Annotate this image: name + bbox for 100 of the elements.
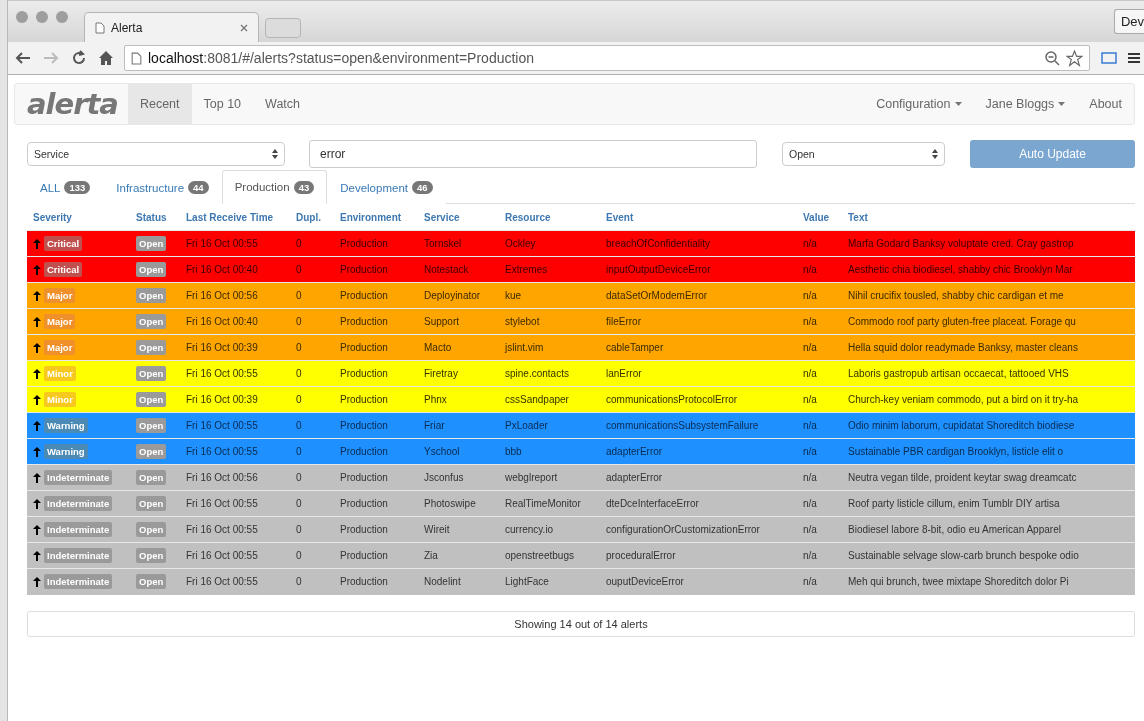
- search-field[interactable]: error: [309, 140, 757, 168]
- table-cell: adapterError: [606, 446, 663, 457]
- table-cell: Fri 16 Oct 00:40: [186, 316, 258, 327]
- profile-button[interactable]: Dev: [1113, 9, 1144, 34]
- table-cell: Fri 16 Oct 00:56: [186, 290, 258, 301]
- table-cell: Production: [340, 420, 388, 431]
- alert-row[interactable]: Indeterminate Open Fri 16 Oct 00:55 0 Production Wireit currency.io configurationOrCustomizationError n/a Biodiesel labore 8-bit, odio eu American Apparel: [27, 516, 1135, 543]
- status-badge: Open: [136, 418, 167, 433]
- table-cell: Fri 16 Oct 00:39: [186, 394, 258, 405]
- nav-link[interactable]: Recent: [127, 84, 192, 124]
- star-icon[interactable]: [1066, 49, 1083, 67]
- alert-row[interactable]: Critical Open Fri 16 Oct 00:40 0 Production Notestack Extremes inputOutputDeviceError n/a Aesthetic chia biodiesel, shabby chic Brooklyn Mar: [27, 256, 1135, 283]
- zoom-out-icon[interactable]: [1044, 50, 1060, 66]
- status-badge: Open: [136, 522, 167, 537]
- up-arrow-icon: [33, 316, 41, 327]
- menu-icon[interactable]: [1128, 51, 1140, 65]
- alert-row[interactable]: Major Open Fri 16 Oct 00:56 0 Production Deployinator kue dataSetOrModemError n/a Nihil crucifix tousled, shabby chic cardigan et me: [27, 282, 1135, 309]
- column-header[interactable]: Severity: [27, 205, 130, 231]
- table-cell: Production: [340, 316, 388, 327]
- table-cell: n/a: [803, 238, 817, 249]
- alert-row[interactable]: Indeterminate Open Fri 16 Oct 00:55 0 Production Zia openstreetbugs proceduralError n/a Sustainable selvage slow-carb brunch bespoke odio: [27, 542, 1135, 569]
- table-cell: openstreetbugs: [505, 550, 574, 561]
- status-badge: Open: [136, 574, 167, 590]
- environment-tab[interactable]: Production 43: [221, 170, 328, 204]
- alert-row[interactable]: Minor Open Fri 16 Oct 00:55 0 Production Firetray spine.contacts lanError n/a Laboris gastropub artisan occaecat, tattooed VHS: [27, 360, 1135, 387]
- table-cell: n/a: [803, 290, 817, 301]
- column-header[interactable]: Environment: [334, 205, 418, 231]
- column-header[interactable]: Service: [418, 205, 499, 231]
- home-icon[interactable]: [98, 50, 114, 66]
- window-control-icon[interactable]: [36, 10, 48, 23]
- severity-badge: Warning: [44, 418, 88, 433]
- alert-row[interactable]: Indeterminate Open Fri 16 Oct 00:56 0 Production Jsconfus webglreport adapterError n/a Neutra vegan tilde, proident keytar swag dreamcatc: [27, 464, 1135, 491]
- column-header[interactable]: Event: [600, 205, 797, 231]
- table-cell: n/a: [803, 342, 817, 353]
- nav-dropdown[interactable]: Jane Bloggs: [973, 84, 1078, 124]
- table-cell: webglreport: [505, 472, 558, 483]
- severity-badge: Critical: [44, 236, 83, 251]
- count-badge: 43: [293, 180, 315, 194]
- table-cell: cableTamper: [606, 342, 664, 353]
- severity-badge: Minor: [44, 392, 76, 407]
- column-header[interactable]: Text: [842, 205, 1135, 231]
- table-cell: dataSetOrModemError: [606, 290, 708, 301]
- address-bar[interactable]: localhost:8081/#/alerts?status=open&environment=Production: [124, 45, 1090, 71]
- table-cell: n/a: [803, 446, 817, 457]
- table-cell: n/a: [803, 420, 817, 431]
- table-cell: breachOfConfidentiality: [606, 238, 710, 249]
- browser-tab[interactable]: Alerta: [84, 12, 259, 42]
- window-control-icon[interactable]: [56, 10, 68, 23]
- table-cell: Production: [340, 498, 388, 509]
- alert-row[interactable]: Warning Open Fri 16 Oct 00:55 0 Production Friar PxLoader communicationsSubsystemFailure n/a Odio minim laborum, cupidatat Shoreditch biodiese: [27, 412, 1135, 439]
- alert-row[interactable]: Major Open Fri 16 Oct 00:40 0 Production Support stylebot fileError n/a Commodo roof party gluten-free placeat. Forage qu: [27, 308, 1135, 335]
- alert-row[interactable]: Warning Open Fri 16 Oct 00:55 0 Production Yschool bbb adapterError n/a Sustainable PBR cardigan Brooklyn, listicle elit o: [27, 438, 1135, 465]
- severity-badge: Indeterminate: [44, 496, 113, 511]
- column-header[interactable]: Value: [797, 205, 842, 231]
- table-cell: Fri 16 Oct 00:55: [186, 498, 258, 509]
- table-cell: n/a: [803, 394, 817, 405]
- count-badge: 133: [64, 181, 91, 194]
- close-icon[interactable]: [240, 23, 248, 32]
- nav-link[interactable]: About: [1077, 84, 1134, 124]
- table-cell: PxLoader: [505, 420, 548, 431]
- page-icon: [95, 21, 105, 34]
- nav-dropdown[interactable]: Configuration: [864, 84, 974, 124]
- table-cell: n/a: [803, 472, 817, 483]
- column-header[interactable]: Last Receive Time: [180, 205, 290, 231]
- table-cell: Odio minim laborum, cupidatat Shoreditch biodiese: [848, 420, 1075, 431]
- nav-link[interactable]: Top 10: [191, 84, 254, 124]
- table-cell: Friar: [424, 420, 445, 431]
- brand-logo[interactable]: alerta: [15, 84, 128, 124]
- table-cell: Production: [340, 394, 388, 405]
- table-cell: Meh qui brunch, twee mixtape Shoreditch dolor Pi: [848, 576, 1069, 588]
- table-cell: Wireit: [424, 524, 450, 535]
- alert-row[interactable]: Indeterminate Open Fri 16 Oct 00:55 0 Production Nodelint LightFace ouputDeviceError n/a Meh qui brunch, twee mixtape Shoreditch dolor Pi: [27, 568, 1135, 595]
- status-badge: Open: [136, 340, 167, 355]
- status-select[interactable]: Open: [782, 142, 945, 166]
- alert-row[interactable]: Critical Open Fri 16 Oct 00:55 0 Production Tornskel Ockley breachOfConfidentiality n/a Marfa Godard Banksy voluptate cred. Cray gastrop: [27, 230, 1135, 257]
- alert-row[interactable]: Minor Open Fri 16 Oct 00:39 0 Production Phnx cssSandpaper communicationsProtocolError n/a Church-key veniam commodo, put a bird on it try-ha: [27, 386, 1135, 413]
- column-header[interactable]: Dupl.: [290, 205, 334, 231]
- table-cell: 0: [296, 342, 302, 353]
- reload-icon[interactable]: [70, 49, 88, 67]
- nav-link[interactable]: Watch: [253, 84, 313, 124]
- table-cell: Production: [340, 290, 388, 301]
- url-text: localhost:8081/#/alerts?status=open&environment=Production: [148, 50, 535, 66]
- alert-row[interactable]: Major Open Fri 16 Oct 00:39 0 Production Macto jslint.vim cableTamper n/a Hella squid dolor readymade Banksy, master cleans: [27, 334, 1135, 361]
- alert-row[interactable]: Indeterminate Open Fri 16 Oct 00:55 0 Production Photoswipe RealTimeMonitor dteDceInterfaceError n/a Roof party listicle cillum, enim Tumblr DIY artisa: [27, 490, 1135, 517]
- column-header[interactable]: Status: [130, 205, 180, 231]
- up-arrow-icon: [33, 238, 41, 249]
- severity-badge: Indeterminate: [44, 574, 113, 590]
- up-arrow-icon: [33, 576, 41, 587]
- column-header[interactable]: Resource: [499, 205, 600, 231]
- table-cell: LightFace: [505, 576, 549, 588]
- up-arrow-icon: [33, 368, 41, 379]
- up-arrow-icon: [33, 498, 41, 509]
- table-cell: Fri 16 Oct 00:55: [186, 524, 258, 535]
- window-control-icon[interactable]: [16, 10, 28, 23]
- tab-title: Alerta: [111, 20, 144, 35]
- page-icon: [131, 51, 142, 65]
- table-cell: n/a: [803, 576, 817, 588]
- cast-icon[interactable]: [1100, 51, 1118, 65]
- table-cell: Fri 16 Oct 00:55: [186, 238, 258, 249]
- service-select[interactable]: Service: [27, 142, 285, 166]
